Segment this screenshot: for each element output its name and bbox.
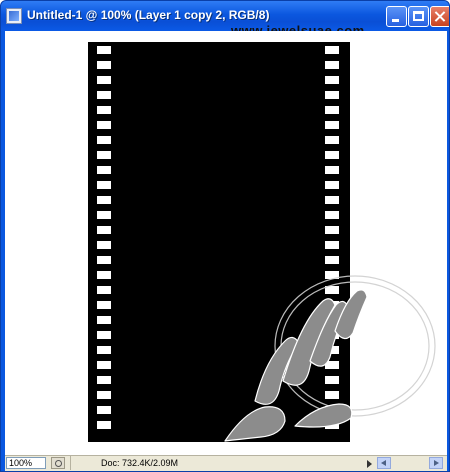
- film-perforation: [325, 166, 339, 174]
- document-icon[interactable]: [6, 8, 22, 24]
- document-canvas[interactable]: [5, 31, 447, 455]
- film-perforation: [97, 166, 111, 174]
- film-perforation: [325, 91, 339, 99]
- status-bar: 100% Doc: 732.4K/2.09M: [5, 455, 447, 471]
- film-perforation: [97, 406, 111, 414]
- film-perforation: [97, 391, 111, 399]
- minimize-icon: [392, 19, 399, 22]
- film-perforation: [97, 241, 111, 249]
- film-perforation: [325, 151, 339, 159]
- film-perforation: [97, 91, 111, 99]
- film-perforation: [97, 286, 111, 294]
- film-perforation: [97, 106, 111, 114]
- film-perforation: [97, 301, 111, 309]
- film-perforation: [97, 376, 111, 384]
- film-perforation: [97, 211, 111, 219]
- film-perforation: [97, 121, 111, 129]
- film-perforation: [97, 226, 111, 234]
- film-perforation: [97, 271, 111, 279]
- film-perforation: [97, 361, 111, 369]
- film-perforation: [97, 316, 111, 324]
- film-perforation: [97, 151, 111, 159]
- close-button[interactable]: [430, 6, 449, 27]
- scroll-right-button[interactable]: [429, 457, 443, 469]
- film-perforation: [97, 46, 111, 54]
- film-perforation: [325, 76, 339, 84]
- film-perforation: [325, 181, 339, 189]
- calligraphy-watermark: [224, 275, 436, 442]
- maximize-button[interactable]: [408, 6, 429, 27]
- film-perforation: [325, 241, 339, 249]
- film-perforation: [97, 346, 111, 354]
- film-perforations-left: [97, 46, 111, 436]
- film-perforation: [97, 181, 111, 189]
- film-perforation: [97, 256, 111, 264]
- zoom-level-field[interactable]: 100%: [6, 457, 46, 469]
- minimize-button[interactable]: [386, 6, 407, 27]
- film-perforation: [325, 106, 339, 114]
- film-perforation: [325, 211, 339, 219]
- film-perforation: [325, 61, 339, 69]
- window-title: Untitled-1 @ 100% (Layer 1 copy 2, RGB/8…: [27, 8, 270, 22]
- close-icon: [431, 7, 449, 26]
- film-perforation: [325, 196, 339, 204]
- film-perforation: [325, 121, 339, 129]
- status-menu-arrow[interactable]: [365, 457, 375, 469]
- film-perforation: [97, 136, 111, 144]
- film-perforation: [325, 136, 339, 144]
- document-size-info: Doc: 732.4K/2.09M: [70, 456, 360, 470]
- film-perforation: [325, 226, 339, 234]
- maximize-icon: [413, 11, 424, 21]
- film-perforation: [325, 46, 339, 54]
- film-perforation: [97, 61, 111, 69]
- status-options-button[interactable]: [51, 457, 65, 469]
- film-perforation: [97, 196, 111, 204]
- scroll-left-button[interactable]: [377, 457, 391, 469]
- film-perforation: [97, 421, 111, 429]
- title-bar[interactable]: Untitled-1 @ 100% (Layer 1 copy 2, RGB/8…: [1, 1, 449, 38]
- film-perforation: [97, 331, 111, 339]
- film-perforation: [97, 76, 111, 84]
- document-window: Untitled-1 @ 100% (Layer 1 copy 2, RGB/8…: [0, 0, 450, 472]
